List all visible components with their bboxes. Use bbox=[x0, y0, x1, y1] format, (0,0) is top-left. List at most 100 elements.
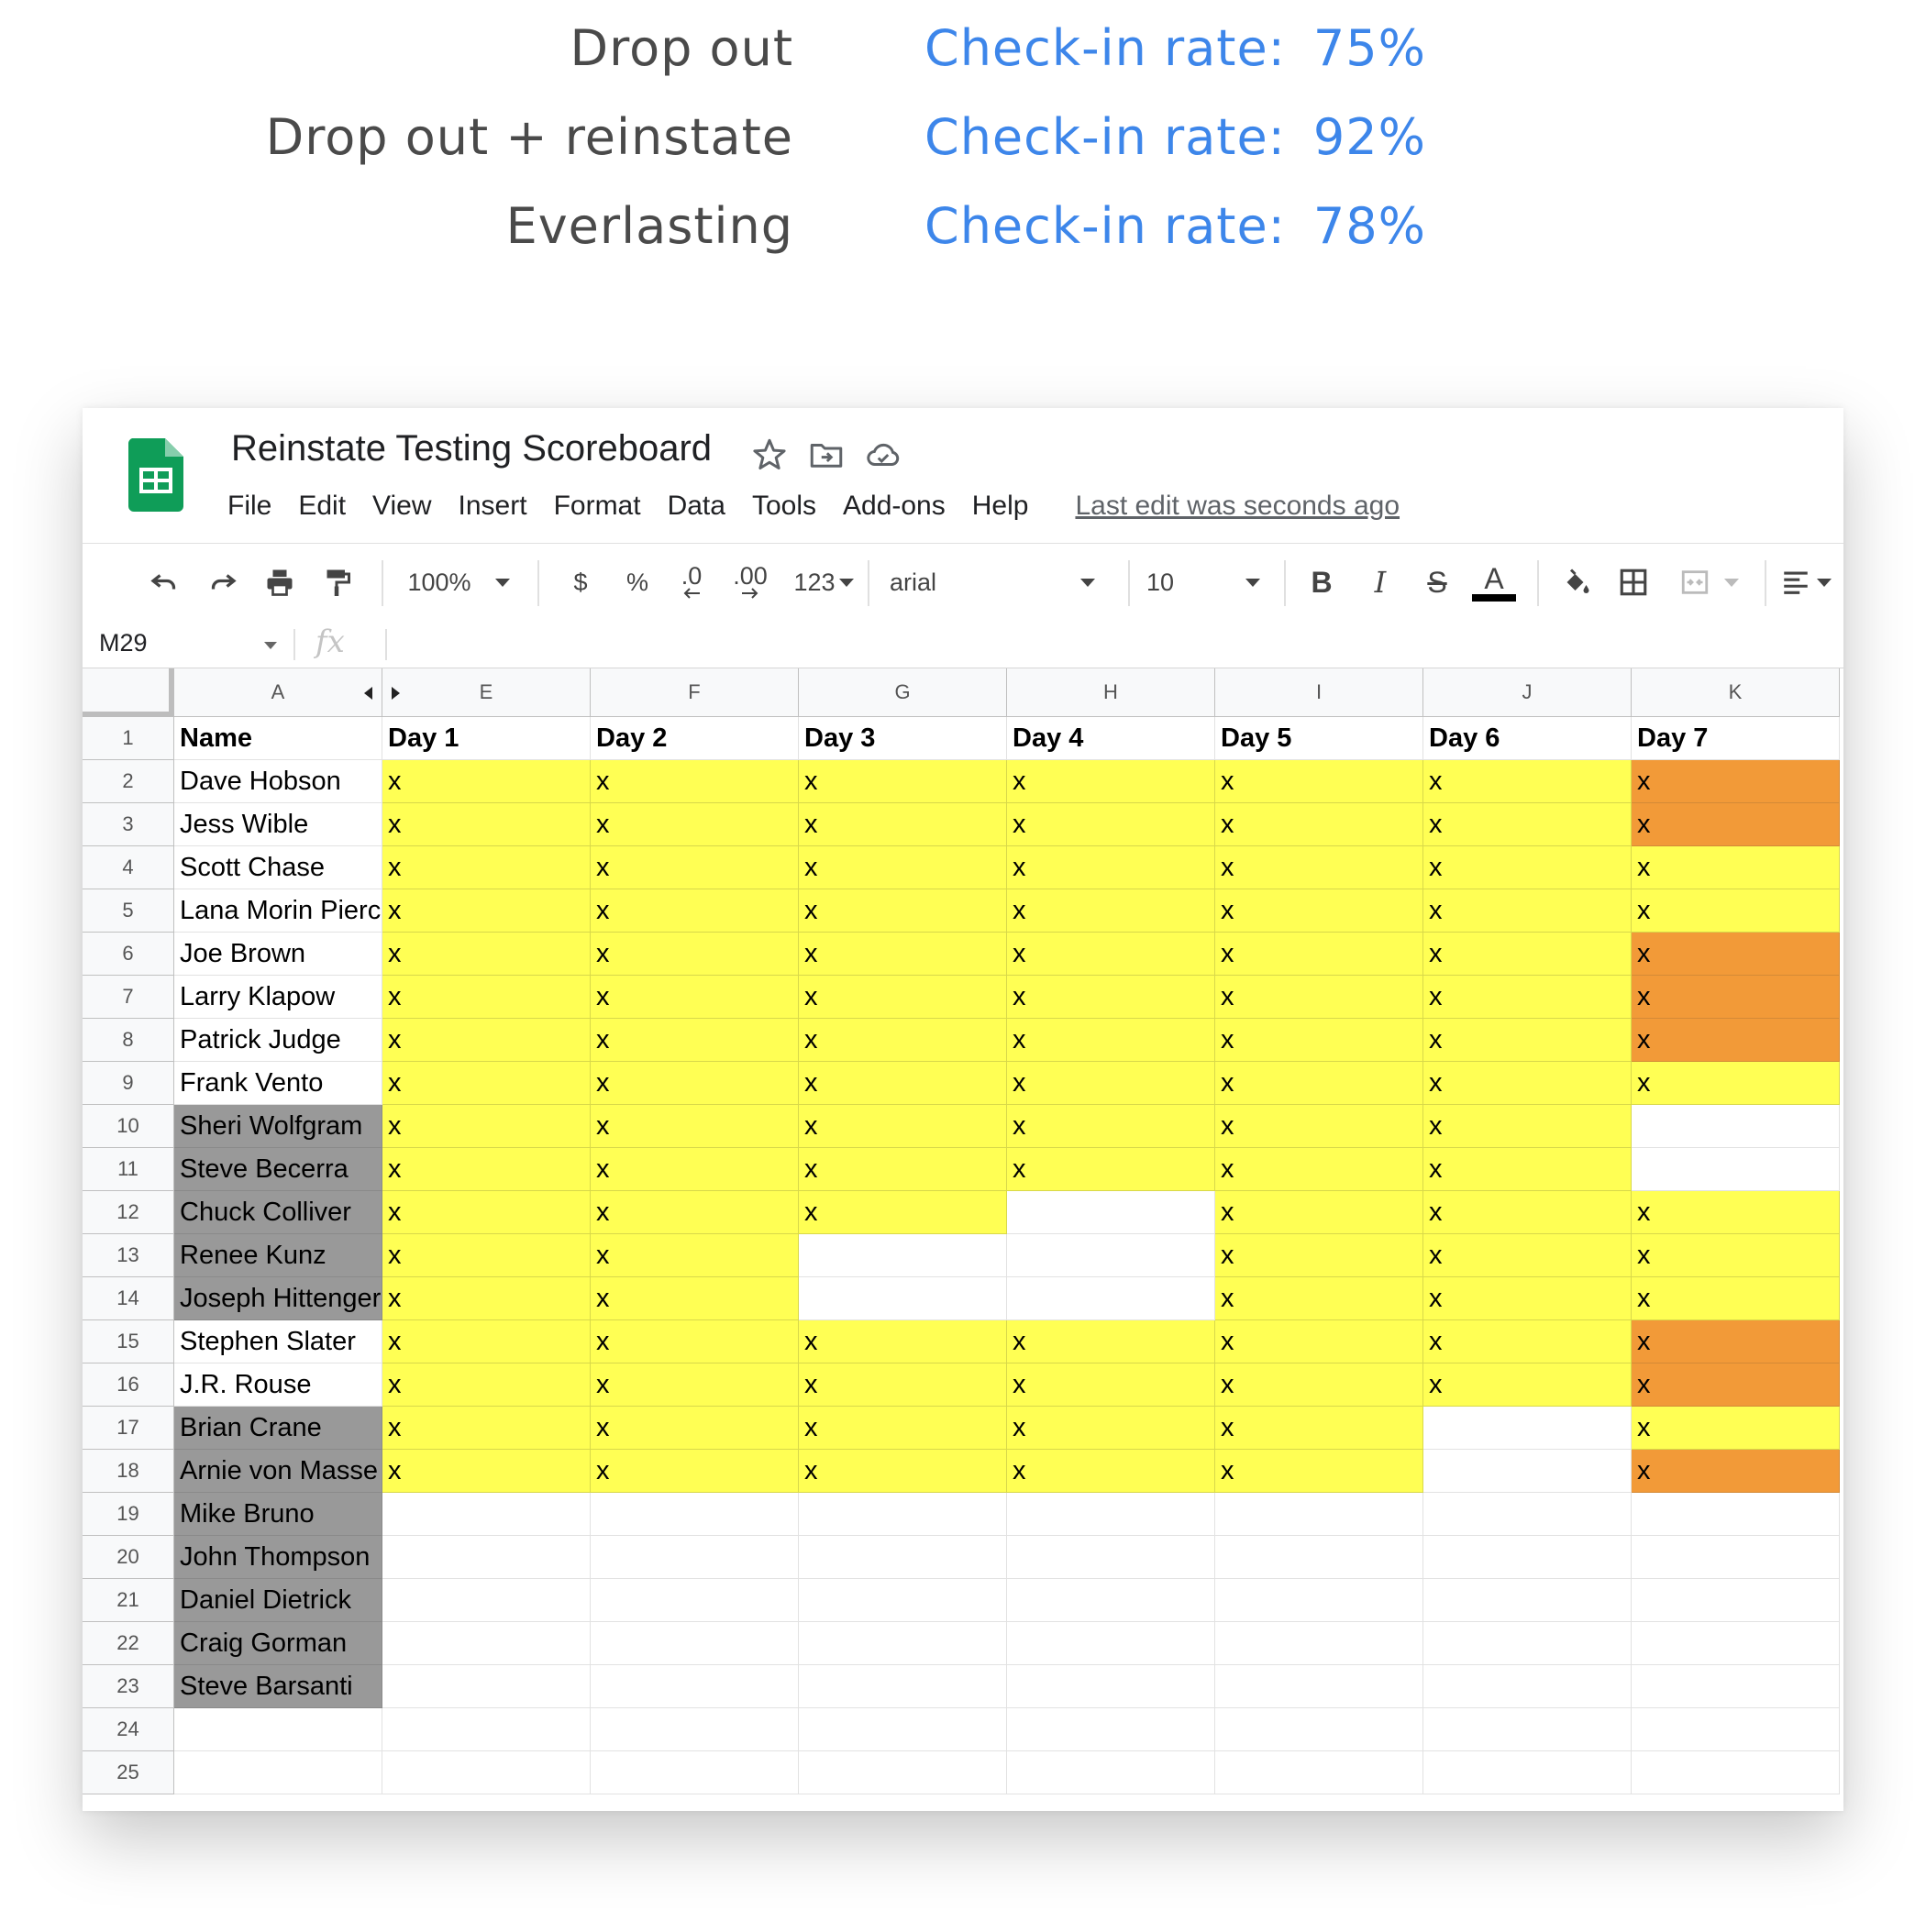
menu-tools[interactable]: Tools bbox=[752, 491, 816, 522]
check-in-cell[interactable] bbox=[799, 1708, 1007, 1751]
menu-data[interactable]: Data bbox=[668, 491, 725, 522]
check-in-cell[interactable]: x bbox=[799, 1320, 1007, 1363]
check-in-cell[interactable]: x bbox=[591, 1363, 799, 1407]
check-in-cell[interactable]: x bbox=[1632, 976, 1840, 1019]
check-in-cell[interactable]: x bbox=[1423, 846, 1632, 889]
check-in-cell[interactable]: x bbox=[1007, 760, 1215, 803]
zoom-select[interactable]: 100% bbox=[404, 560, 514, 604]
strikethrough-button[interactable]: S bbox=[1416, 560, 1458, 604]
check-in-cell[interactable]: x bbox=[382, 1320, 591, 1363]
check-in-cell[interactable]: x bbox=[799, 889, 1007, 933]
row-header[interactable]: 24 bbox=[83, 1708, 174, 1751]
check-in-cell[interactable] bbox=[799, 1622, 1007, 1665]
check-in-cell[interactable]: x bbox=[382, 1450, 591, 1493]
check-in-cell[interactable] bbox=[1215, 1622, 1423, 1665]
percent-format-button[interactable]: % bbox=[616, 560, 659, 604]
check-in-cell[interactable]: x bbox=[382, 1062, 591, 1105]
name-cell[interactable]: Stephen Slater bbox=[174, 1320, 382, 1363]
row-header[interactable]: 10 bbox=[83, 1105, 174, 1148]
check-in-cell[interactable]: x bbox=[1632, 1277, 1840, 1320]
cloud-status-icon[interactable] bbox=[864, 436, 902, 474]
check-in-cell[interactable]: x bbox=[799, 976, 1007, 1019]
check-in-cell[interactable]: x bbox=[382, 846, 591, 889]
column-header-e[interactable]: E bbox=[382, 668, 591, 717]
name-cell[interactable]: Frank Vento bbox=[174, 1062, 382, 1105]
decrease-decimal-button[interactable]: .0 bbox=[666, 560, 717, 604]
column-header-j[interactable]: J bbox=[1423, 668, 1632, 717]
check-in-cell[interactable]: x bbox=[1007, 976, 1215, 1019]
check-in-cell[interactable]: x bbox=[1423, 1148, 1632, 1191]
row-header[interactable]: 17 bbox=[83, 1407, 174, 1450]
check-in-cell[interactable]: x bbox=[1215, 889, 1423, 933]
check-in-cell[interactable] bbox=[1215, 1708, 1423, 1751]
name-cell[interactable]: Daniel Dietrick bbox=[174, 1579, 382, 1622]
check-in-cell[interactable] bbox=[1632, 1708, 1840, 1751]
check-in-cell[interactable]: x bbox=[1632, 1363, 1840, 1407]
document-title[interactable]: Reinstate Testing Scoreboard bbox=[231, 428, 712, 469]
name-cell[interactable]: Jess Wible bbox=[174, 803, 382, 846]
check-in-cell[interactable] bbox=[799, 1579, 1007, 1622]
print-button[interactable] bbox=[257, 560, 303, 604]
check-in-cell[interactable]: x bbox=[591, 1191, 799, 1234]
check-in-cell[interactable]: x bbox=[1423, 1277, 1632, 1320]
name-cell[interactable] bbox=[174, 1708, 382, 1751]
check-in-cell[interactable]: x bbox=[1215, 1191, 1423, 1234]
check-in-cell[interactable] bbox=[1423, 1665, 1632, 1708]
check-in-cell[interactable] bbox=[1007, 1579, 1215, 1622]
check-in-cell[interactable]: x bbox=[1423, 889, 1632, 933]
check-in-cell[interactable]: x bbox=[1423, 1191, 1632, 1234]
star-icon[interactable] bbox=[750, 436, 789, 474]
check-in-cell[interactable]: x bbox=[1215, 760, 1423, 803]
column-header-i[interactable]: I bbox=[1215, 668, 1423, 717]
check-in-cell[interactable]: x bbox=[1007, 1105, 1215, 1148]
menu-add-ons[interactable]: Add-ons bbox=[843, 491, 946, 522]
check-in-cell[interactable]: x bbox=[1215, 803, 1423, 846]
header-cell[interactable]: Day 4 bbox=[1007, 717, 1215, 760]
check-in-cell[interactable] bbox=[1007, 1665, 1215, 1708]
row-header[interactable]: 5 bbox=[83, 889, 174, 933]
check-in-cell[interactable] bbox=[1423, 1536, 1632, 1579]
check-in-cell[interactable] bbox=[1632, 1665, 1840, 1708]
google-sheets-logo[interactable] bbox=[128, 438, 183, 512]
row-header[interactable]: 21 bbox=[83, 1579, 174, 1622]
name-box[interactable]: M29 bbox=[99, 629, 148, 657]
check-in-cell[interactable] bbox=[382, 1751, 591, 1794]
row-header[interactable]: 14 bbox=[83, 1277, 174, 1320]
name-cell[interactable] bbox=[174, 1751, 382, 1794]
row-header[interactable]: 19 bbox=[83, 1493, 174, 1536]
font-size-select[interactable]: 10 bbox=[1146, 560, 1275, 604]
check-in-cell[interactable]: x bbox=[1007, 846, 1215, 889]
check-in-cell[interactable] bbox=[1007, 1536, 1215, 1579]
redo-button[interactable] bbox=[200, 560, 246, 604]
check-in-cell[interactable] bbox=[591, 1665, 799, 1708]
check-in-cell[interactable] bbox=[799, 1493, 1007, 1536]
check-in-cell[interactable]: x bbox=[799, 1363, 1007, 1407]
check-in-cell[interactable] bbox=[799, 1751, 1007, 1794]
check-in-cell[interactable]: x bbox=[591, 1019, 799, 1062]
check-in-cell[interactable] bbox=[591, 1493, 799, 1536]
row-header[interactable]: 2 bbox=[83, 760, 174, 803]
check-in-cell[interactable]: x bbox=[1632, 933, 1840, 976]
check-in-cell[interactable]: x bbox=[591, 1450, 799, 1493]
italic-button[interactable]: I bbox=[1359, 560, 1401, 604]
check-in-cell[interactable]: x bbox=[1423, 1363, 1632, 1407]
check-in-cell[interactable]: x bbox=[591, 933, 799, 976]
check-in-cell[interactable] bbox=[1423, 1708, 1632, 1751]
name-cell[interactable]: Chuck Colliver bbox=[174, 1191, 382, 1234]
check-in-cell[interactable]: x bbox=[591, 760, 799, 803]
check-in-cell[interactable] bbox=[591, 1579, 799, 1622]
check-in-cell[interactable] bbox=[1632, 1493, 1840, 1536]
check-in-cell[interactable]: x bbox=[1632, 1062, 1840, 1105]
row-header[interactable]: 13 bbox=[83, 1234, 174, 1277]
column-header-h[interactable]: H bbox=[1007, 668, 1215, 717]
check-in-cell[interactable]: x bbox=[1007, 1450, 1215, 1493]
header-cell[interactable]: Name bbox=[174, 717, 382, 760]
check-in-cell[interactable]: x bbox=[799, 846, 1007, 889]
check-in-cell[interactable]: x bbox=[1423, 933, 1632, 976]
name-cell[interactable]: Joe Brown bbox=[174, 933, 382, 976]
text-color-button[interactable]: A bbox=[1469, 560, 1519, 604]
check-in-cell[interactable]: x bbox=[799, 933, 1007, 976]
check-in-cell[interactable] bbox=[799, 1277, 1007, 1320]
name-cell[interactable]: Craig Gorman bbox=[174, 1622, 382, 1665]
check-in-cell[interactable]: x bbox=[382, 1407, 591, 1450]
